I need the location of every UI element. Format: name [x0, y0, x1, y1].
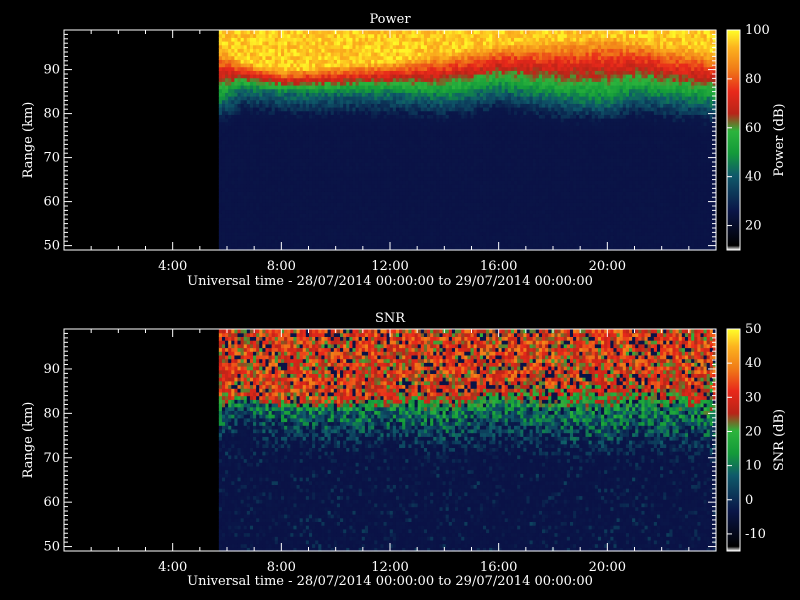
figure: Power 5060708090 4:00 8:00 12:00 16:00 20:00…: [21, 12, 787, 589]
power-title: Power: [369, 12, 411, 27]
power-heatmap: [64, 30, 717, 251]
power-panel: Power 5060708090 4:00 8:00 12:00 16:00 20:00…: [21, 12, 787, 289]
